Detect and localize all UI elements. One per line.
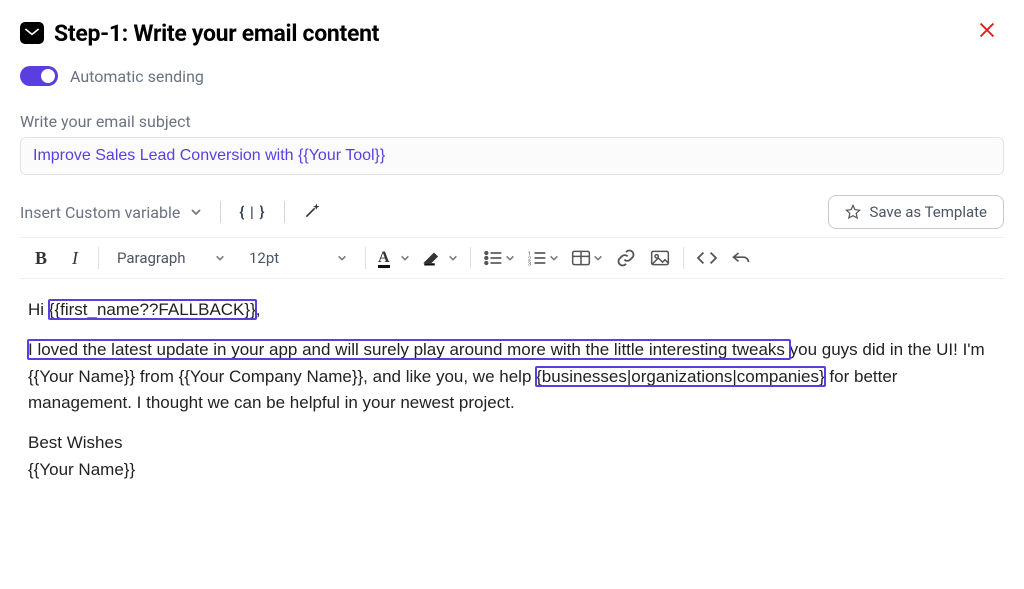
subject-label: Write your email subject <box>20 112 1004 131</box>
secondary-toolbar: Insert Custom variable { | } Save as Tem… <box>20 193 1004 237</box>
paragraph-1: I loved the latest update in your app an… <box>28 337 996 416</box>
highlight-icon <box>422 249 440 267</box>
automatic-sending-label: Automatic sending <box>70 67 204 86</box>
save-as-template-label: Save as Template <box>869 203 987 221</box>
chevron-down-icon <box>190 206 202 218</box>
numbered-list-button[interactable]: 1 2 3 <box>527 249 559 267</box>
automatic-sending-row: Automatic sending <box>20 66 1004 86</box>
greeting-line: Hi {{first_name??FALLBACK}}, <box>28 297 996 323</box>
highlight-color-button[interactable] <box>422 249 458 267</box>
intro-highlight: I loved the latest update in your app an… <box>28 340 790 359</box>
editor-body[interactable]: Hi {{first_name??FALLBACK}}, I loved the… <box>20 279 1004 493</box>
step-header-left: Step-1: Write your email content <box>20 20 379 47</box>
step-title: Step-1: Write your email content <box>54 20 379 47</box>
undo-button[interactable] <box>730 246 752 270</box>
text-color-icon: A <box>378 249 390 267</box>
code-icon <box>696 249 718 267</box>
link-button[interactable] <box>615 246 637 270</box>
signature-line-2: {{Your Name}} <box>28 460 135 479</box>
editor-toolbar: B I Paragraph 12pt A <box>20 237 1004 279</box>
subject-input[interactable] <box>20 137 1004 175</box>
automatic-sending-toggle[interactable] <box>20 66 58 86</box>
chevron-down-icon <box>549 253 559 263</box>
numbered-list-icon: 1 2 3 <box>527 249 547 267</box>
code-view-button[interactable] <box>696 246 718 270</box>
save-as-template-button[interactable]: Save as Template <box>828 195 1004 229</box>
separator <box>470 247 471 269</box>
chevron-down-icon <box>215 253 225 263</box>
separator <box>683 247 684 269</box>
variable-token: {{first_name??FALLBACK}} <box>49 300 256 319</box>
chevron-down-icon <box>337 253 347 263</box>
block-format-select[interactable]: Paragraph <box>111 246 231 270</box>
separator <box>365 247 366 269</box>
font-size-select[interactable]: 12pt <box>243 246 353 270</box>
text: Hi <box>28 300 49 319</box>
font-size-label: 12pt <box>249 249 279 267</box>
table-button[interactable] <box>571 249 603 267</box>
separator <box>284 201 285 223</box>
signature: Best Wishes {{Your Name}} <box>28 430 996 483</box>
step-header: Step-1: Write your email content <box>20 18 1004 48</box>
undo-icon <box>731 249 751 267</box>
envelope-icon <box>20 22 44 44</box>
chevron-down-icon <box>448 253 458 263</box>
block-format-label: Paragraph <box>117 249 186 267</box>
separator <box>220 201 221 223</box>
svg-text:3: 3 <box>527 262 530 268</box>
table-icon <box>571 249 591 267</box>
text: , <box>256 300 261 319</box>
chevron-down-icon <box>593 253 603 263</box>
insert-variable-dropdown[interactable]: Insert Custom variable <box>20 203 202 222</box>
bulleted-list-icon <box>483 249 503 267</box>
image-button[interactable] <box>649 246 671 270</box>
chevron-down-icon <box>400 253 410 263</box>
braces-button[interactable]: { | } <box>239 203 265 221</box>
magic-wand-button[interactable] <box>303 200 323 224</box>
italic-button[interactable]: I <box>64 246 86 270</box>
bold-button[interactable]: B <box>30 246 52 270</box>
insert-variable-label: Insert Custom variable <box>20 203 180 222</box>
signature-line-1: Best Wishes <box>28 433 122 452</box>
chevron-down-icon <box>505 253 515 263</box>
separator <box>98 247 99 269</box>
spintax-token: {businesses|organizations|companies} <box>536 367 825 386</box>
close-button[interactable] <box>970 18 1004 48</box>
bulleted-list-button[interactable] <box>483 249 515 267</box>
secondary-toolbar-left: Insert Custom variable { | } <box>20 200 323 224</box>
star-icon <box>845 204 861 220</box>
image-icon <box>650 249 670 267</box>
link-icon <box>616 248 636 268</box>
text-color-button[interactable]: A <box>378 249 410 267</box>
